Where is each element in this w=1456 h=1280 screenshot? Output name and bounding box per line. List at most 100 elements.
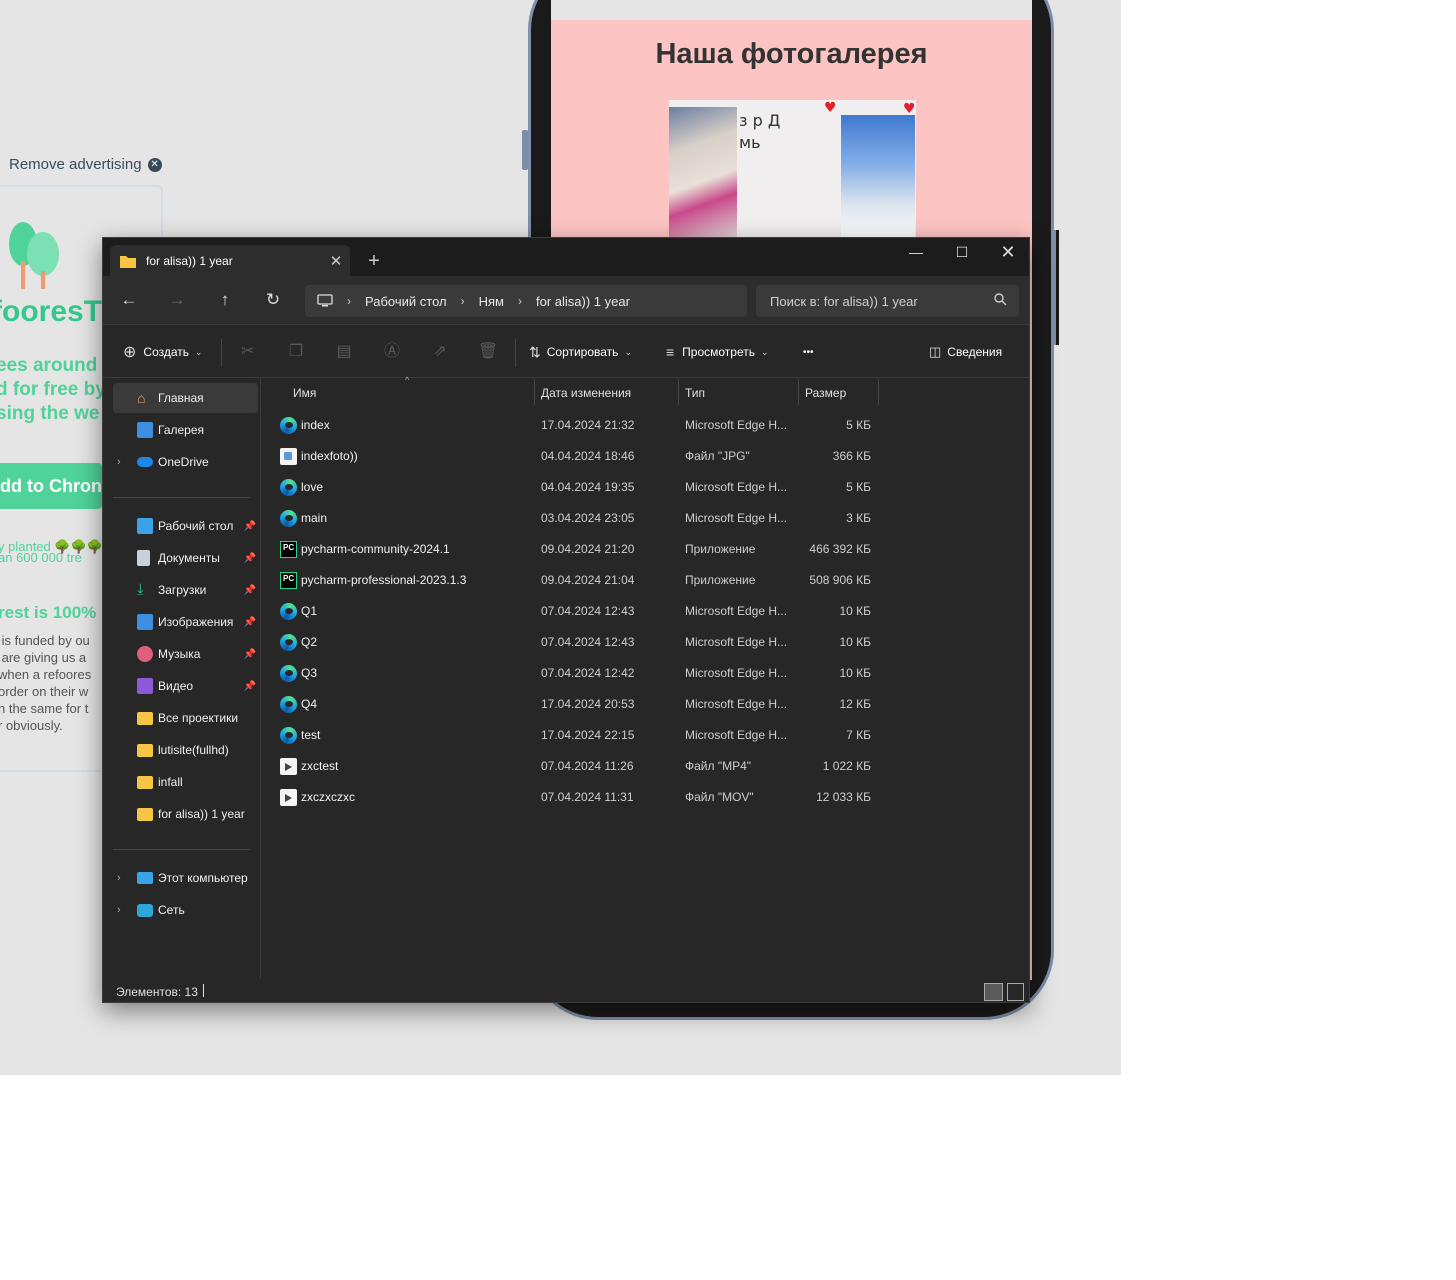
sidebar-item-label: Все проектики bbox=[158, 711, 239, 725]
paste-icon[interactable]: ▤ bbox=[331, 339, 357, 365]
pin-icon[interactable]: 📌 bbox=[244, 681, 256, 692]
column-header-name[interactable]: Имя bbox=[287, 379, 316, 407]
table-row[interactable]: main 03.04.2024 23:05 Microsoft Edge H... 3… bbox=[263, 503, 883, 534]
minimize-button[interactable]: — bbox=[893, 238, 939, 268]
table-row[interactable]: zxctest 07.04.2024 11:26 Файл "MP4" 1 022 К… bbox=[263, 751, 883, 782]
folder-icon bbox=[137, 712, 153, 725]
back-arrow-icon[interactable]: ← bbox=[115, 288, 143, 312]
table-row[interactable]: Q3 07.04.2024 12:42 Microsoft Edge H... 10 … bbox=[263, 658, 883, 689]
file-type: Приложение bbox=[685, 573, 756, 587]
chevron-down-icon: ⌄ bbox=[624, 346, 632, 357]
sidebar-item-network[interactable]: › Сеть bbox=[113, 895, 258, 925]
chevron-right-icon[interactable]: › bbox=[117, 904, 121, 916]
ad-tagline: ees around d for free by sing the we bbox=[0, 355, 106, 424]
gallery-image[interactable]: з р Д мь ♥ ♥ bbox=[669, 100, 916, 240]
table-row[interactable]: Q1 07.04.2024 12:43 Microsoft Edge H... 10 … bbox=[263, 596, 883, 627]
table-row[interactable]: indexfoto)) 04.04.2024 18:46 Файл "JPG" 366… bbox=[263, 441, 883, 472]
sidebar-item-onedrive[interactable]: › OneDrive bbox=[113, 447, 258, 477]
sidebar-item-downloads[interactable]: ⤓ Загрузки 📌 bbox=[113, 575, 258, 605]
sidebar-item-all-projects[interactable]: Все проектики bbox=[113, 703, 258, 733]
more-options-icon[interactable]: ••• bbox=[803, 339, 814, 365]
sidebar-item-this-pc[interactable]: › Этот компьютер bbox=[113, 863, 258, 893]
ad-body: is funded by ou are giving us a when a r… bbox=[0, 633, 92, 733]
table-row[interactable]: zxczxczxc 07.04.2024 11:31 Файл "MOV" 12 03… bbox=[263, 782, 883, 813]
details-button[interactable]: ◫ Сведения bbox=[929, 339, 1002, 365]
create-button[interactable]: ⊕ Создать ⌄ bbox=[123, 339, 203, 365]
tab-label: for alisa)) 1 year bbox=[146, 253, 233, 268]
close-window-button[interactable]: ✕ bbox=[985, 238, 1029, 268]
file-date: 04.04.2024 18:46 bbox=[541, 449, 635, 463]
search-input[interactable]: Поиск в: for alisa)) 1 year bbox=[756, 285, 1019, 317]
add-to-chrome-button[interactable]: dd to Chron bbox=[0, 463, 102, 509]
chevron-right-icon[interactable]: › bbox=[117, 456, 121, 468]
tiles-view-icon[interactable] bbox=[1007, 983, 1024, 1001]
sidebar-item-gallery[interactable]: Галерея bbox=[113, 415, 258, 445]
view-label: Просмотреть bbox=[682, 345, 755, 359]
remove-advertising-link[interactable]: Remove advertising ✕ bbox=[9, 156, 162, 173]
sidebar-item-label: Галерея bbox=[158, 423, 205, 437]
maximize-button[interactable]: ☐ bbox=[939, 238, 985, 268]
sidebar-item-for-alisa[interactable]: for alisa)) 1 year bbox=[113, 799, 258, 829]
new-tab-button[interactable]: + bbox=[361, 248, 387, 274]
sort-button[interactable]: ⇅ Сортировать ⌄ bbox=[529, 339, 632, 365]
up-arrow-icon[interactable]: ↑ bbox=[211, 288, 239, 312]
rename-icon[interactable]: Ⓐ bbox=[379, 339, 405, 365]
breadcrumb-item[interactable]: Рабочий стол bbox=[365, 294, 447, 309]
file-type: Файл "JPG" bbox=[685, 449, 750, 463]
column-divider[interactable] bbox=[878, 379, 879, 405]
table-row[interactable]: Q2 07.04.2024 12:43 Microsoft Edge H... 10 … bbox=[263, 627, 883, 658]
table-row[interactable]: love 04.04.2024 19:35 Microsoft Edge H... 5… bbox=[263, 472, 883, 503]
sidebar-item-home[interactable]: ⌂ Главная bbox=[113, 383, 258, 413]
copy-icon[interactable]: ❐ bbox=[283, 339, 309, 365]
refresh-icon[interactable]: ↻ bbox=[259, 288, 287, 312]
pin-icon[interactable]: 📌 bbox=[244, 521, 256, 532]
pin-icon[interactable]: 📌 bbox=[244, 553, 256, 564]
breadcrumb-item[interactable]: Ням bbox=[479, 294, 504, 309]
table-row[interactable]: index 17.04.2024 21:32 Microsoft Edge H...… bbox=[263, 410, 883, 441]
file-date: 07.04.2024 12:43 bbox=[541, 635, 635, 649]
table-row[interactable]: test 17.04.2024 22:15 Microsoft Edge H... 7… bbox=[263, 720, 883, 751]
view-button[interactable]: ≡ Просмотреть ⌄ bbox=[666, 339, 769, 365]
column-header-size[interactable]: Размер bbox=[799, 379, 846, 407]
details-view-icon[interactable] bbox=[984, 983, 1003, 1001]
sidebar-item-desktop[interactable]: Рабочий стол 📌 bbox=[113, 511, 258, 541]
file-type: Microsoft Edge H... bbox=[685, 480, 788, 494]
view-lines-icon: ≡ bbox=[666, 344, 675, 360]
sidebar-item-documents[interactable]: Документы 📌 bbox=[113, 543, 258, 573]
file-type: Microsoft Edge H... bbox=[685, 418, 788, 432]
address-bar[interactable]: › Рабочий стол › Ням › for alisa)) 1 yea… bbox=[305, 285, 747, 317]
close-tab-icon[interactable]: ✕ bbox=[322, 252, 350, 270]
delete-icon[interactable]: 🗑 bbox=[475, 339, 501, 365]
file-type: Microsoft Edge H... bbox=[685, 604, 788, 618]
remove-advertising-label: Remove advertising bbox=[9, 156, 142, 173]
pin-icon[interactable]: 📌 bbox=[244, 617, 256, 628]
table-row[interactable]: PC pycharm-professional-2023.1.3 09.04.202… bbox=[263, 565, 883, 596]
sidebar-item-pictures[interactable]: Изображения 📌 bbox=[113, 607, 258, 637]
edge-icon bbox=[280, 696, 297, 713]
column-header-date[interactable]: Дата изменения bbox=[535, 379, 631, 407]
sidebar-item-label: Видео bbox=[158, 679, 194, 693]
pin-icon[interactable]: 📌 bbox=[244, 585, 256, 596]
pin-icon[interactable]: 📌 bbox=[244, 649, 256, 660]
share-icon[interactable]: ⇗ bbox=[427, 339, 453, 365]
sidebar-item-video[interactable]: Видео 📌 bbox=[113, 671, 258, 701]
table-row[interactable]: Q4 17.04.2024 20:53 Microsoft Edge H... 12 … bbox=[263, 689, 883, 720]
tab-current-folder[interactable]: for alisa)) 1 year ✕ bbox=[110, 245, 350, 276]
documents-icon bbox=[137, 550, 150, 566]
navigation-bar: ← → ↑ ↻ › Рабочий стол › Ням › for alisa… bbox=[103, 276, 1029, 324]
cut-icon[interactable]: ✂ bbox=[235, 339, 261, 365]
file-name: index bbox=[301, 418, 330, 432]
chevron-right-icon[interactable]: › bbox=[117, 872, 121, 884]
sidebar-item-label: Главная bbox=[158, 391, 204, 405]
file-name: test bbox=[301, 728, 321, 742]
sidebar-item-infall[interactable]: infall bbox=[113, 767, 258, 797]
file-date: 07.04.2024 11:26 bbox=[541, 759, 634, 773]
column-header-type[interactable]: Тип bbox=[679, 379, 705, 407]
sidebar-item-lutisite[interactable]: lutisite(fullhd) bbox=[113, 735, 258, 765]
close-circle-icon[interactable]: ✕ bbox=[147, 157, 162, 172]
sidebar-item-music[interactable]: Музыка 📌 bbox=[113, 639, 258, 669]
table-row[interactable]: PC pycharm-community-2024.1 09.04.2024 21:… bbox=[263, 534, 883, 565]
details-pane-icon: ◫ bbox=[929, 344, 942, 359]
breadcrumb-item[interactable]: for alisa)) 1 year bbox=[536, 294, 630, 309]
forward-arrow-icon[interactable]: → bbox=[163, 288, 191, 312]
